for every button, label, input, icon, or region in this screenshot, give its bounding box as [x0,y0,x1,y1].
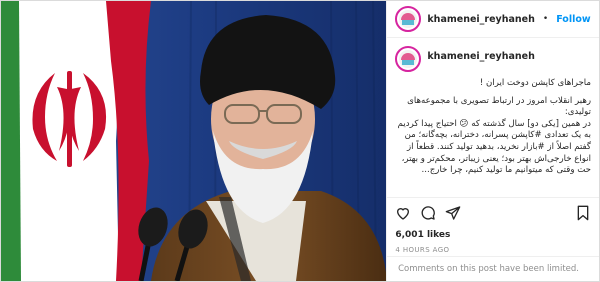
likes-count[interactable]: 6,001 likes [395,230,591,240]
post-photo-illustration [1,1,387,281]
heart-icon[interactable] [395,205,411,221]
caption-body: رهبر انقلاب امروز در ارتباط تصویری با مج… [397,95,591,176]
instagram-post: khamenei_reyhaneh • Follow khamenei_reyh… [0,0,600,282]
action-icons [395,204,591,222]
caption-title: ماجراهای کاپشن دوخت ایران ! [479,78,591,88]
post-sidebar: khamenei_reyhaneh • Follow khamenei_reyh… [386,1,599,281]
comment-icon[interactable] [420,205,436,221]
action-bar: 6,001 likes 4 HOURS AGO [387,197,599,254]
caption-username[interactable]: khamenei_reyhaneh [427,51,535,62]
avatar[interactable] [395,6,422,32]
caption-author-row: khamenei_reyhaneh [395,46,591,72]
post-photo[interactable] [1,1,387,281]
share-icon[interactable] [445,205,461,221]
bookmark-icon[interactable] [575,205,591,221]
profile-logo-icon [399,10,418,28]
separator-dot: • [542,14,549,24]
caption-section: khamenei_reyhaneh ماجراهای کاپشن دوخت ای… [387,38,599,202]
profile-logo-icon [399,50,418,68]
follow-button[interactable]: Follow [556,14,590,25]
post-timestamp: 4 HOURS AGO [395,246,450,254]
caption-avatar[interactable] [395,46,422,72]
comments-limited-notice: Comments on this post have been limited. [387,256,599,281]
post-header: khamenei_reyhaneh • Follow [387,1,599,38]
header-username[interactable]: khamenei_reyhaneh [427,14,535,25]
